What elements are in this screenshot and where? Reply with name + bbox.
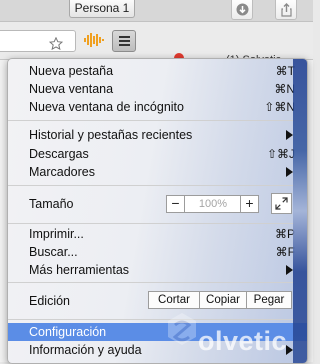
menu-separator (8, 120, 295, 121)
zoom-level: 100% (198, 198, 228, 210)
menu-separator (8, 185, 295, 186)
menu-item-bookmarks[interactable]: Marcadores (8, 163, 295, 181)
chrome-main-menu: Nueva pestaña ⌘T Nueva ventana ⌘N Nueva … (7, 58, 308, 364)
share-icon (281, 3, 292, 17)
menu-item-downloads[interactable]: Descargas ⇧⌘J (8, 145, 295, 163)
menu-item-print[interactable]: Imprimir... ⌘P (8, 225, 295, 243)
zoom-controls: − 100% + (166, 195, 259, 213)
menu-item-new-incognito[interactable]: Nueva ventana de incógnito ⇧⌘N (8, 98, 295, 116)
submenu-arrow-icon (286, 167, 293, 177)
submenu-arrow-icon (286, 265, 293, 275)
download-button[interactable] (231, 0, 253, 20)
menu-item-new-window[interactable]: Nueva ventana ⌘N (8, 80, 295, 98)
browser-toolbar: (1) Solvetic (0, 22, 313, 66)
menu-separator (8, 282, 295, 283)
audio-extension-icon[interactable] (83, 32, 105, 48)
menu-item-find[interactable]: Buscar... ⌘F (8, 243, 295, 261)
window-titlebar: Persona 1 (0, 0, 313, 22)
shortcut-new-window: ⌘N (274, 82, 295, 96)
shortcut-new-tab: ⌘T (275, 64, 295, 78)
profile-button[interactable]: Persona 1 (69, 0, 135, 18)
menu-item-new-tab[interactable]: Nueva pestaña ⌘T (8, 62, 295, 80)
submenu-arrow-icon (286, 130, 293, 140)
bookmark-star-icon[interactable] (49, 37, 63, 50)
watermark-text: olvetic (198, 326, 288, 356)
menu-item-history[interactable]: Historial y pestañas recientes (8, 126, 295, 144)
fullscreen-icon (275, 197, 288, 210)
download-icon (236, 3, 249, 16)
share-button[interactable] (275, 0, 297, 20)
address-bar[interactable] (0, 30, 76, 52)
shortcut-find: ⌘F (275, 245, 295, 259)
menu-separator (8, 223, 295, 224)
shortcut-new-incognito: ⇧⌘N (264, 100, 295, 114)
menu-item-more-tools[interactable]: Más herramientas (8, 261, 295, 279)
zoom-in-button[interactable]: + (240, 196, 258, 212)
fullscreen-button[interactable] (271, 193, 292, 214)
shortcut-downloads: ⇧⌘J (266, 147, 295, 161)
shortcut-print: ⌘P (274, 227, 295, 241)
zoom-out-button[interactable]: − (167, 196, 185, 212)
chrome-menu-button[interactable] (112, 30, 136, 52)
